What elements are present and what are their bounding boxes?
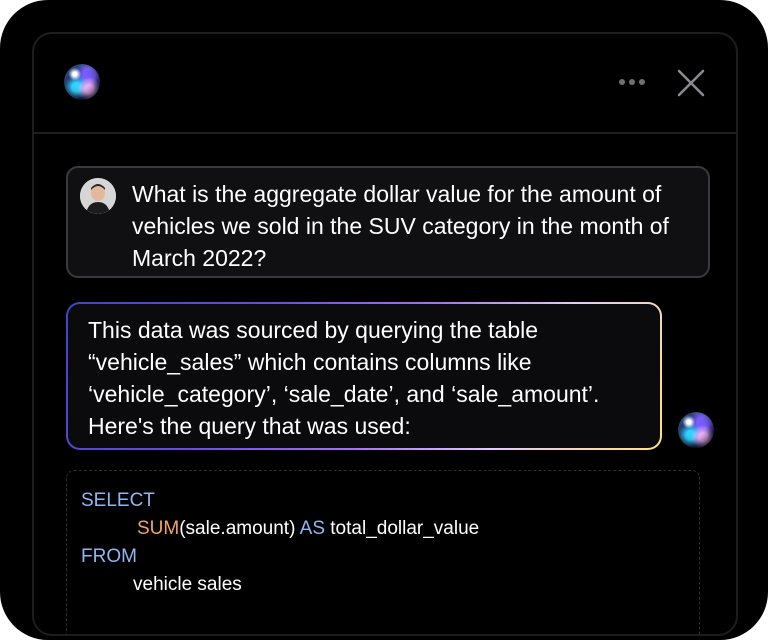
dot <box>619 79 625 85</box>
user-message-text: What is the aggregate dollar value for t… <box>132 181 669 271</box>
device-frame: What is the aggregate dollar value for t… <box>0 0 768 640</box>
dot <box>629 79 635 85</box>
assistant-line: ‘vehicle_category’, ‘sale_date’, and ‘sa… <box>88 381 600 407</box>
close-icon[interactable] <box>674 68 708 98</box>
code-keyword-as: AS <box>299 518 325 539</box>
chat-panel: What is the aggregate dollar value for t… <box>32 32 738 636</box>
ai-orb-icon <box>678 412 714 448</box>
more-options-icon[interactable] <box>614 72 650 92</box>
user-message: What is the aggregate dollar value for t… <box>66 166 710 278</box>
code-keyword-from: FROM <box>81 546 137 567</box>
sql-code-block: SELECT SUM(sale.amount) AS total_dollar_… <box>66 470 700 634</box>
assistant-line: “vehicle_sales” which contains columns l… <box>88 349 532 375</box>
code-line-sum: SUM(sale.amount) AS total_dollar_value <box>137 515 479 543</box>
assistant-message-body: This data was sourced by querying the ta… <box>68 304 660 448</box>
code-keyword-select: SELECT <box>81 490 155 511</box>
code-sum-argument: (sale.amount) <box>179 518 300 539</box>
dot <box>639 79 645 85</box>
assistant-message: This data was sourced by querying the ta… <box>66 302 662 450</box>
assistant-line: This data was sourced by querying the ta… <box>88 317 539 343</box>
user-avatar <box>80 178 116 214</box>
code-table-name: vehicle sales <box>133 574 242 595</box>
code-alias: total_dollar_value <box>325 518 480 539</box>
code-function-sum: SUM <box>137 518 180 539</box>
assistant-line: Here's the query that was used: <box>88 413 411 439</box>
chat-header <box>34 34 736 134</box>
ai-orb-icon <box>64 64 100 100</box>
